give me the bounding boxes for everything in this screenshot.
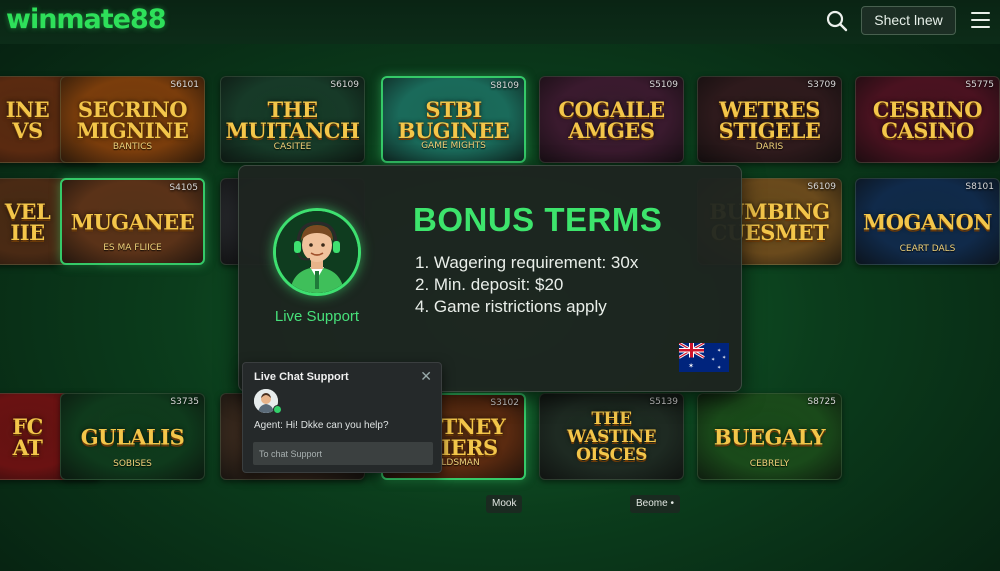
game-title: SECRINO MIGNINE — [76, 96, 189, 143]
game-badge: S3102 — [490, 398, 519, 408]
svg-text:✶: ✶ — [722, 355, 726, 361]
game-tile[interactable]: S6109 THE MUITANCH CASITEE — [220, 76, 365, 163]
game-title: MOGANON — [863, 209, 992, 234]
chat-input[interactable] — [253, 442, 433, 465]
game-badge: S6109 — [807, 182, 836, 192]
close-icon[interactable]: ✕ — [420, 368, 432, 385]
game-subtitle: SOBISES — [113, 459, 152, 469]
beome-dropdown[interactable]: Beome • — [630, 495, 680, 513]
support-agent-avatar[interactable] — [273, 208, 361, 296]
game-title: BUEGALY — [713, 424, 826, 449]
bonus-terms-panel: Live Support BONUS TERMS 1. Wagering req… — [238, 165, 742, 392]
game-tile[interactable]: S4105 MUGANEE ES MA FLIICE — [60, 178, 205, 265]
hamburger-menu-icon[interactable] — [971, 12, 990, 28]
live-chat-popup: Live Chat Support ✕ Agent: Hi! Dkke can … — [242, 362, 442, 473]
game-badge: S6109 — [330, 80, 359, 90]
live-support-label[interactable]: Live Support — [267, 308, 367, 325]
game-badge: S3709 — [807, 80, 836, 90]
game-title: CESRINO CASINO — [872, 96, 983, 143]
game-subtitle: DARIS — [755, 142, 784, 152]
game-subtitle: GAME MIGHTS — [421, 141, 486, 151]
game-title: THE MUITANCH — [225, 96, 360, 143]
support-agent-icon — [276, 211, 358, 293]
game-subtitle: CEBRELY — [749, 459, 790, 469]
top-header: winmate88 Shect lnew — [0, 0, 1000, 44]
game-badge: S5139 — [649, 397, 678, 407]
game-tile[interactable]: S5109 COGAILE AMGES — [539, 76, 684, 163]
game-tile[interactable]: S5139 THE WASTINE OISCES — [539, 393, 684, 480]
game-badge: S8101 — [965, 182, 994, 192]
svg-text:✶: ✶ — [688, 362, 694, 370]
game-tile[interactable]: S3709 WETRES STIGELE DARIS — [697, 76, 842, 163]
game-title: COGAILE AMGES — [558, 96, 665, 143]
game-badge: S6101 — [170, 80, 199, 90]
game-tile[interactable]: S3735 GULALIS SOBISES — [60, 393, 205, 480]
game-subtitle: CEART DALS — [899, 244, 956, 254]
game-subtitle: BANTICS — [112, 142, 153, 152]
bonus-term-item: 1. Wagering requirement: 30x — [415, 253, 639, 272]
game-subtitle: ES MA FLIICE — [103, 243, 162, 253]
australia-flag-icon[interactable]: ✶ ✶ ✶ ✶ ✶ — [679, 343, 729, 372]
game-title: THE WASTINE OISCES — [566, 408, 657, 465]
bonus-term-item: 2. Min. deposit: $20 — [415, 275, 564, 294]
search-icon[interactable] — [826, 10, 848, 32]
chat-title: Live Chat Support — [254, 371, 349, 383]
game-subtitle: CASITEE — [273, 142, 312, 152]
svg-text:✶: ✶ — [717, 348, 721, 354]
game-title: MUGANEE — [70, 209, 195, 234]
svg-text:✶: ✶ — [717, 365, 721, 371]
game-badge: S8109 — [490, 81, 519, 91]
game-badge: S3735 — [170, 397, 199, 407]
game-title: STBI BUGINEE — [397, 96, 510, 143]
bonus-terms-list: 1. Wagering requirement: 30x 2. Min. dep… — [415, 252, 638, 318]
game-tile[interactable]: S8109 STBI BUGINEE GAME MIGHTS — [381, 76, 526, 163]
start-now-button[interactable]: Shect lnew — [861, 6, 956, 35]
svg-text:✶: ✶ — [711, 357, 715, 363]
game-tile[interactable]: S5775 CESRINO CASINO — [855, 76, 1000, 163]
game-tile[interactable]: S8725 BUEGALY CEBRELY — [697, 393, 842, 480]
agent-message: Agent: Hi! Dkke can you help? — [254, 420, 389, 431]
game-badge: S5109 — [649, 80, 678, 90]
bonus-terms-title: BONUS TERMS — [413, 201, 663, 238]
mook-chip[interactable]: Mook — [486, 495, 523, 513]
game-tile[interactable]: S6101 SECRINO MIGNINE BANTICS — [60, 76, 205, 163]
game-title: GULALIS — [80, 424, 185, 449]
site-logo[interactable]: winmate88 — [6, 4, 167, 35]
game-badge: S8725 — [807, 397, 836, 407]
bonus-term-item: 4. Game ristrictions apply — [415, 297, 607, 316]
online-status-icon — [273, 405, 282, 414]
game-tile[interactable]: S8101 MOGANON CEART DALS — [855, 178, 1000, 265]
game-badge: S4105 — [169, 183, 198, 193]
game-badge: S5775 — [965, 80, 994, 90]
game-title: WETRES STIGELE — [718, 96, 821, 143]
